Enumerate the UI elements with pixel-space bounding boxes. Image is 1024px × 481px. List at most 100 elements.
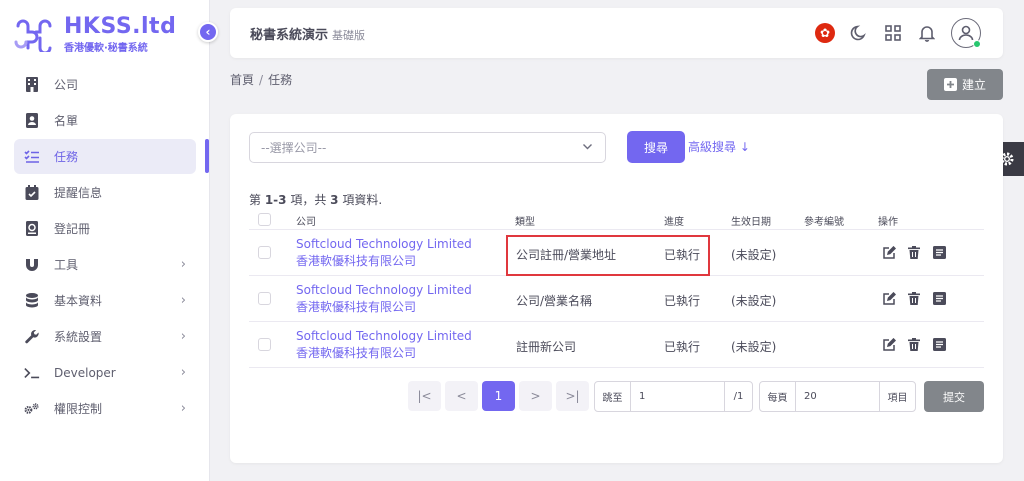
header-type: 類型: [515, 217, 535, 228]
company-select[interactable]: --選擇公司--: [249, 132, 606, 163]
highlight-box: [506, 235, 710, 276]
brand-tagline: 香港優軟·秘書系統: [64, 43, 148, 54]
task-effective-date: (未設定): [731, 340, 777, 354]
task-effective-date: (未設定): [731, 294, 777, 308]
table-row: Softcloud Technology Limited 香港軟優科技有限公司 …: [249, 276, 984, 322]
breadcrumb-home[interactable]: 首頁: [230, 73, 254, 87]
chevron-down-icon: [582, 141, 593, 155]
sidebar-item-system-settings[interactable]: 系統設置 ›: [14, 319, 196, 354]
company-link[interactable]: Softcloud Technology Limited 香港軟優科技有限公司: [296, 236, 472, 270]
grid-apps-icon[interactable]: [883, 23, 903, 43]
sidebar-item-label: 基本資料: [54, 294, 103, 308]
breadcrumb-current: 任務: [268, 73, 293, 87]
logo-mark-icon: [14, 19, 52, 52]
page-button-current[interactable]: 1: [482, 381, 515, 411]
trash-icon[interactable]: [907, 337, 921, 351]
chevron-right-icon: ›: [180, 329, 186, 344]
jump-to-label: 跳至: [595, 382, 631, 411]
table-row: Softcloud Technology Limited 香港軟優科技有限公司 …: [249, 322, 984, 368]
row-checkbox[interactable]: [258, 246, 271, 259]
wrench-icon: [24, 329, 40, 345]
sidebar-item-label: Developer: [54, 365, 116, 380]
row-checkbox[interactable]: [258, 338, 271, 351]
chevron-left-icon: ‹: [205, 25, 211, 39]
sidebar-item-tools[interactable]: 工具 ›: [14, 247, 196, 282]
record-count: 第 1-3 項，共 3 項資料.: [249, 191, 382, 208]
user-avatar[interactable]: [951, 18, 981, 48]
record-count-suffix: 項資料.: [338, 193, 383, 207]
moon-icon[interactable]: [849, 23, 869, 43]
header-effective-date: 生效日期: [731, 217, 771, 228]
add-square-icon: [943, 78, 957, 91]
sidebar-item-tasks[interactable]: 任務: [14, 139, 196, 174]
sidebar-item-permissions[interactable]: 權限控制 ›: [14, 391, 196, 426]
sidebar-item-company[interactable]: 公司: [14, 67, 196, 102]
edit-icon[interactable]: [882, 291, 896, 305]
header-reference: 參考編號: [804, 217, 844, 228]
row-actions: [882, 245, 946, 259]
notes-icon[interactable]: [932, 245, 946, 259]
company-name-en: Softcloud Technology Limited: [296, 283, 472, 297]
sidebar-item-label: 權限控制: [54, 402, 103, 416]
task-type: 公司/營業名稱: [516, 294, 593, 308]
row-actions: [882, 337, 946, 351]
task-type: 註冊新公司: [516, 340, 577, 354]
advanced-search-label: 高級搜尋: [688, 140, 737, 154]
header-company: 公司: [296, 217, 316, 228]
sidebar-item-basic-data[interactable]: 基本資料 ›: [14, 283, 196, 318]
arrow-down-icon: ↓: [739, 140, 750, 154]
gears-icon: [24, 401, 40, 417]
create-button[interactable]: 建立: [927, 69, 1003, 100]
hk-flag-language-icon[interactable]: ✿: [815, 23, 835, 43]
per-page-unit: 項目: [879, 382, 915, 411]
select-all-checkbox[interactable]: [258, 213, 271, 226]
company-name-zh: 香港軟優科技有限公司: [296, 300, 417, 314]
create-button-label: 建立: [961, 78, 986, 92]
brand-name: HKSS.ltd: [64, 14, 177, 39]
per-page-input[interactable]: 20: [796, 391, 879, 402]
sidebar-item-developer[interactable]: Developer ›: [14, 355, 196, 390]
online-status-dot: [973, 40, 981, 48]
breadcrumb-separator: /: [259, 73, 264, 87]
trash-icon[interactable]: [907, 245, 921, 259]
edit-icon[interactable]: [882, 337, 896, 351]
prev-page-button[interactable]: <: [445, 381, 478, 411]
submit-button[interactable]: 提交: [924, 381, 984, 412]
chevron-right-icon: ›: [180, 401, 186, 416]
record-total: 3: [330, 193, 339, 207]
sidebar-item-contacts[interactable]: 名單: [14, 103, 196, 138]
company-name-en: Softcloud Technology Limited: [296, 329, 472, 343]
record-count-middle: 項，共: [286, 193, 331, 207]
trash-icon[interactable]: [907, 291, 921, 305]
company-link[interactable]: Softcloud Technology Limited 香港軟優科技有限公司: [296, 328, 472, 362]
sidebar-item-register[interactable]: 登記冊: [14, 211, 196, 246]
row-checkbox[interactable]: [258, 292, 271, 305]
next-page-button[interactable]: >: [519, 381, 552, 411]
app-title-text: 秘書系統演示: [250, 28, 329, 43]
breadcrumb: 首頁 / 任務: [230, 71, 292, 88]
contact-card-icon: [24, 113, 40, 129]
per-page-label: 每頁: [760, 382, 796, 411]
edit-icon[interactable]: [882, 245, 896, 259]
sidebar: HKSS.ltd 香港優軟·秘書系統 公司 名單 任務 提醒信息 登記冊 工具 …: [0, 0, 210, 481]
advanced-search-link[interactable]: 高級搜尋 ↓: [688, 138, 750, 155]
company-name-zh: 香港軟優科技有限公司: [296, 254, 417, 268]
brand-logo[interactable]: HKSS.ltd 香港優軟·秘書系統: [12, 16, 176, 54]
notes-icon[interactable]: [932, 337, 946, 351]
last-page-button[interactable]: >|: [556, 381, 589, 411]
header-actions: 操作: [878, 217, 898, 228]
company-link[interactable]: Softcloud Technology Limited 香港軟優科技有限公司: [296, 282, 472, 316]
sidebar-item-reminders[interactable]: 提醒信息: [14, 175, 196, 210]
bell-icon[interactable]: [917, 23, 937, 43]
chevron-right-icon: ›: [180, 365, 186, 380]
header-progress: 進度: [664, 217, 684, 228]
company-name-en: Softcloud Technology Limited: [296, 237, 472, 251]
jump-to-input[interactable]: 1: [631, 391, 724, 402]
active-nav-indicator: [205, 139, 209, 173]
first-page-button[interactable]: |<: [408, 381, 441, 411]
chevron-right-icon: ›: [180, 293, 186, 308]
sidebar-collapse-button[interactable]: ‹: [198, 22, 218, 42]
search-button[interactable]: 搜尋: [627, 131, 685, 163]
notes-icon[interactable]: [932, 291, 946, 305]
record-count-prefix: 第: [249, 193, 265, 207]
